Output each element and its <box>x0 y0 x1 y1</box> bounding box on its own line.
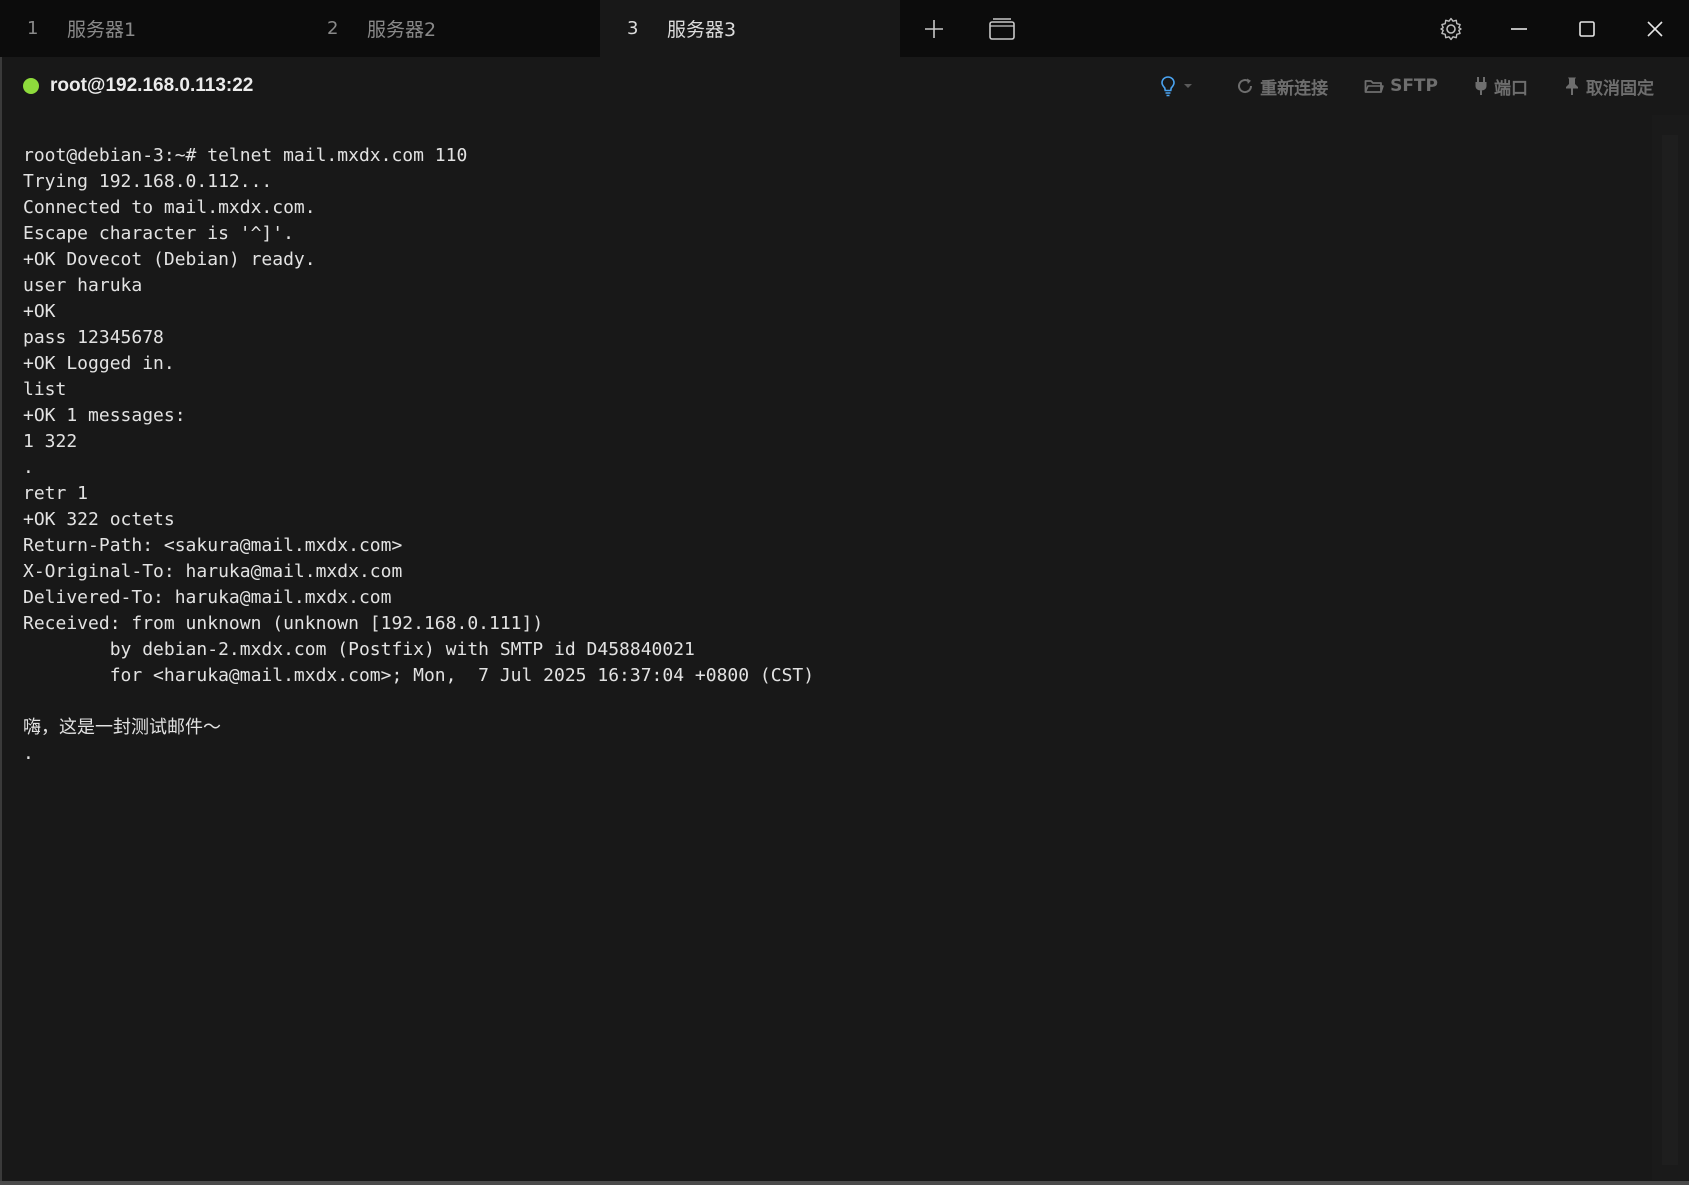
lightbulb-icon <box>1161 76 1175 97</box>
plus-icon <box>925 19 943 38</box>
tab-server-2[interactable]: 2 服务器2 <box>300 0 600 57</box>
title-bar: 1 服务器1 2 服务器2 3 服务器3 <box>0 0 1689 57</box>
terminal-app-window: 1 服务器1 2 服务器2 3 服务器3 root@192.168.0.113:… <box>0 0 1689 1185</box>
folder-icon <box>1364 80 1384 93</box>
terminal-output: root@debian-3:~# telnet mail.mxdx.com 11… <box>23 145 815 764</box>
gear-icon <box>1440 17 1462 40</box>
close-button[interactable] <box>1621 0 1689 57</box>
terminal-view[interactable]: root@debian-3:~# telnet mail.mxdx.com 11… <box>0 115 1652 1180</box>
port-button[interactable]: 端口 <box>1474 74 1528 99</box>
connection-status-indicator <box>23 78 39 94</box>
terminal-scrollbar[interactable] <box>1652 115 1689 1180</box>
window-border <box>0 1181 1689 1185</box>
scrollbar-track[interactable] <box>1662 135 1678 1165</box>
pin-icon <box>1566 77 1578 95</box>
tab-label: 服务器2 <box>367 19 437 41</box>
sftp-label: SFTP <box>1390 76 1438 96</box>
session-toolbar: root@192.168.0.113:22 重新连接 SFTP 端口 取消固定 <box>0 57 1689 115</box>
port-label: 端口 <box>1494 78 1528 99</box>
unpin-button[interactable]: 取消固定 <box>1564 74 1654 99</box>
tab-number: 1 <box>27 18 39 39</box>
unpin-label: 取消固定 <box>1586 78 1654 99</box>
session-host: root@192.168.0.113:22 <box>50 75 254 96</box>
reconnect-button[interactable]: 重新连接 <box>1236 74 1328 99</box>
tab-layout-button[interactable] <box>968 0 1036 57</box>
settings-button[interactable] <box>1417 0 1485 57</box>
tab-label: 服务器3 <box>667 19 737 41</box>
window-border <box>0 57 2 1185</box>
title-bar-drag-area[interactable] <box>1036 0 1417 57</box>
tab-label: 服务器1 <box>67 19 137 41</box>
tab-number: 2 <box>327 18 339 39</box>
close-icon <box>1647 20 1663 37</box>
sftp-button[interactable]: SFTP <box>1364 76 1438 96</box>
reconnect-label: 重新连接 <box>1260 78 1329 99</box>
tips-button[interactable] <box>1160 75 1200 97</box>
maximize-icon <box>1579 20 1595 37</box>
minimize-button[interactable] <box>1485 0 1553 57</box>
maximize-button[interactable] <box>1553 0 1621 57</box>
tab-number: 3 <box>627 18 639 39</box>
window-icon <box>989 17 1015 40</box>
plug-icon <box>1475 77 1487 95</box>
minimize-icon <box>1511 27 1527 30</box>
tab-server-3[interactable]: 3 服务器3 <box>600 0 900 57</box>
new-tab-button[interactable] <box>900 0 968 57</box>
session-actions: 重新连接 SFTP 端口 取消固定 <box>1160 71 1654 101</box>
chevron-down-icon <box>1184 84 1193 88</box>
refresh-icon <box>1238 78 1253 94</box>
tab-server-1[interactable]: 1 服务器1 <box>0 0 300 57</box>
